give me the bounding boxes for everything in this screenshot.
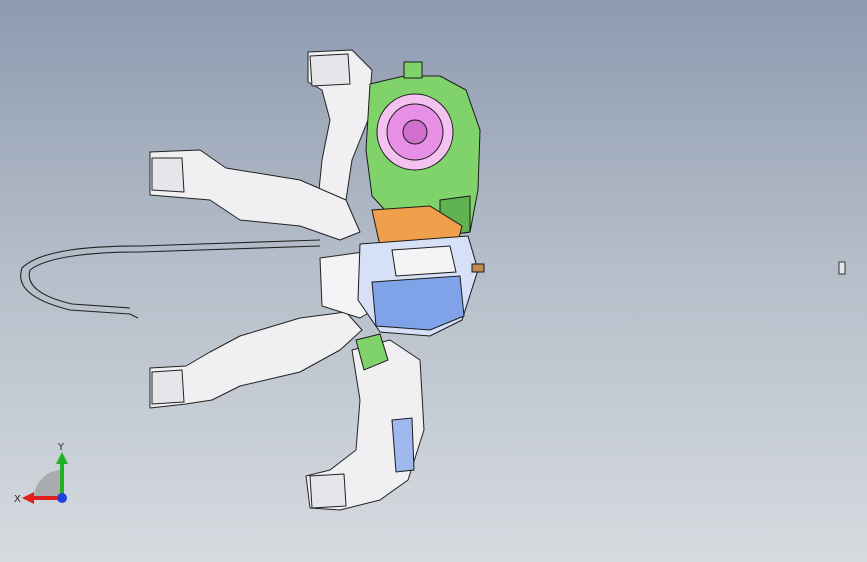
coordinate-triad: Y X (14, 442, 68, 505)
side-marker (838, 261, 846, 275)
harness-cable (20, 239, 321, 319)
cad-3d-viewport[interactable]: Y X (0, 0, 867, 562)
x-axis-label: X (14, 494, 21, 505)
y-axis-label: Y (57, 442, 65, 453)
z-axis-dot (57, 493, 67, 503)
hvac-assembly-model[interactable] (0, 0, 867, 562)
